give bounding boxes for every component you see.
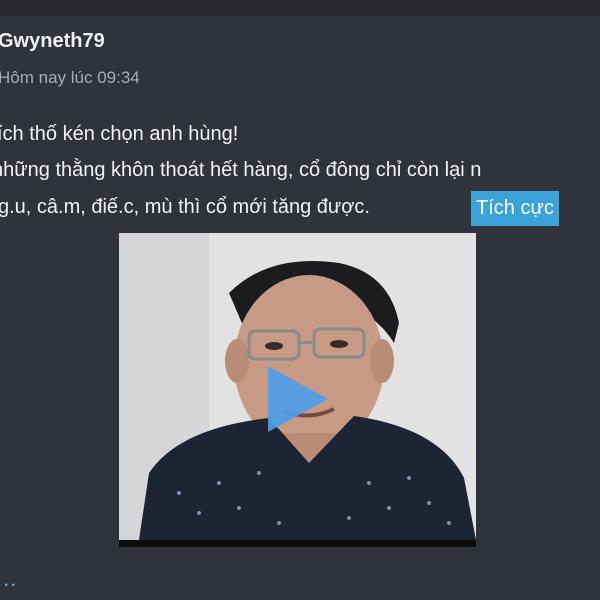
play-icon[interactable] [268, 366, 328, 432]
post-body-line-3: g.u, câ.m, điế.c, mù thì cổ mới tăng đượ… [0, 196, 370, 218]
top-bar [0, 0, 600, 16]
sentiment-tag: Tích cực [471, 191, 559, 226]
post-timestamp: Hôm nay lúc 09:34 [0, 68, 140, 87]
post-body-line-1: ích thố kén chọn anh hùng! [0, 123, 239, 145]
post-author[interactable]: Gwyneth79 [0, 30, 105, 53]
more-button[interactable]: ... [0, 566, 17, 592]
post-card: Gwyneth79 Hôm nay lúc 09:34 ích thố kén … [0, 16, 600, 600]
post-body-line-2: những thằng khôn thoát hết hàng, cổ đông… [0, 159, 482, 181]
